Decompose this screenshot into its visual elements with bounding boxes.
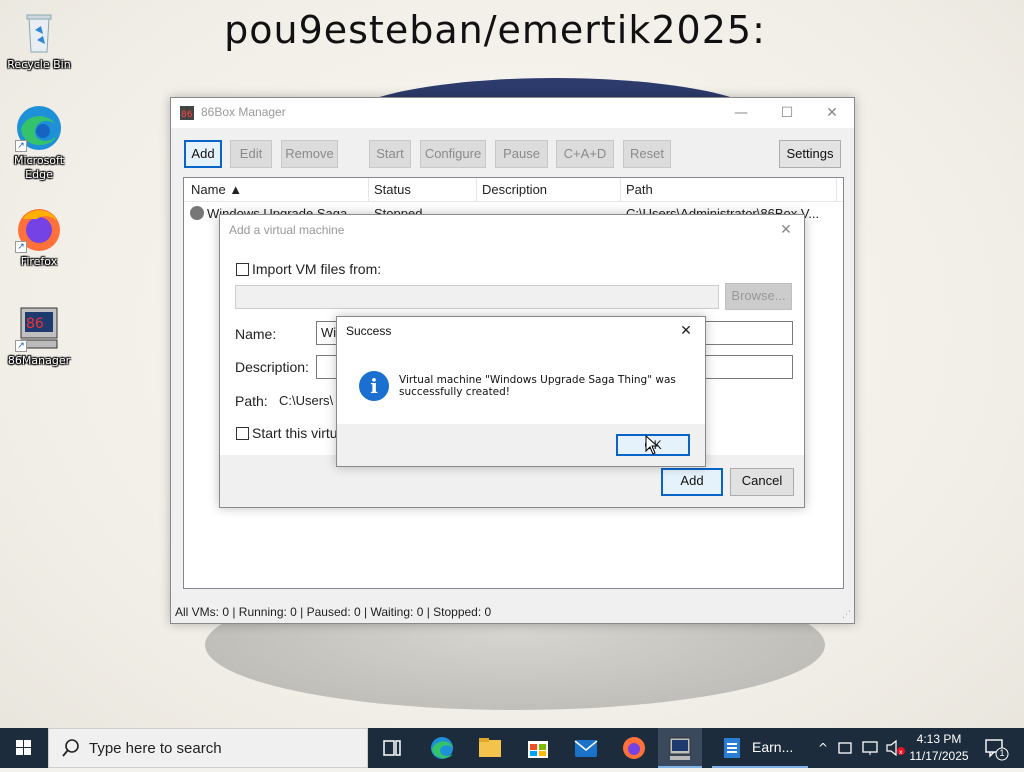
close-button[interactable]: ✕ (766, 215, 806, 245)
desktop-icon-label: Microsoft Edge (13, 154, 65, 181)
word-taskbar-button[interactable]: Earn... (712, 728, 808, 768)
start-vm-checkbox[interactable] (236, 427, 249, 440)
column-divider (476, 178, 477, 202)
browse-button[interactable]: Browse... (725, 283, 792, 310)
desktop-icon-label: Firefox (20, 255, 58, 268)
edge-icon: ↗ (15, 104, 63, 152)
cancel-button[interactable]: Cancel (730, 468, 794, 496)
title-bar[interactable]: 86 86Box Manager — ☐ ✕ (171, 98, 854, 128)
svg-text:86: 86 (181, 110, 193, 120)
column-header-description[interactable]: Description (482, 182, 547, 197)
desktop-icon-label: 86Manager (7, 354, 71, 367)
store-icon[interactable] (516, 728, 560, 768)
import-checkbox[interactable] (236, 263, 249, 276)
column-header-name[interactable]: Name ▲ (191, 182, 242, 197)
configure-button[interactable]: Configure (420, 140, 486, 168)
minimize-button[interactable]: — (718, 98, 764, 128)
status-bar: All VMs: 0 | Running: 0 | Paused: 0 | Wa… (171, 601, 854, 623)
reset-button[interactable]: Reset (623, 140, 671, 168)
desktop-icon-firefox[interactable]: ↗ Firefox (1, 205, 77, 269)
desktop: pou9esteban/emertik2025: Recycle Bin ↗ M… (0, 0, 1024, 728)
start-button[interactable]: Start (369, 140, 411, 168)
search-icon (61, 738, 81, 762)
name-label: Name: (235, 326, 277, 342)
notification-count: 1 (999, 748, 1005, 758)
import-label: Import VM files from: (252, 261, 382, 277)
network-icon[interactable] (860, 728, 882, 768)
file-explorer-icon[interactable] (468, 728, 512, 768)
firefox-taskbar-icon[interactable] (612, 728, 656, 768)
close-button[interactable]: ✕ (667, 317, 705, 345)
document-icon (724, 738, 740, 758)
clock-time[interactable]: 4:13 PM (908, 732, 970, 746)
windows-logo-icon (16, 740, 31, 755)
search-placeholder: Type here to search (89, 740, 222, 757)
add-button[interactable]: Add (184, 140, 222, 168)
dialog-title: Add a virtual machine (229, 223, 345, 237)
edge-taskbar-icon[interactable] (420, 728, 464, 768)
search-box[interactable]: Type here to search (48, 728, 368, 768)
edit-button[interactable]: Edit (230, 140, 272, 168)
window-title: 86Box Manager (201, 105, 286, 119)
column-header-status[interactable]: Status (374, 182, 411, 197)
column-divider (368, 178, 369, 202)
outlook-icon[interactable] (564, 728, 608, 768)
desktop-icon-edge[interactable]: ↗ Microsoft Edge (1, 104, 77, 182)
firefox-icon: ↗ (15, 205, 63, 253)
shortcut-arrow-icon: ↗ (15, 340, 27, 352)
desktop-icon-recycle-bin[interactable]: Recycle Bin (1, 8, 77, 72)
import-path-field[interactable] (235, 285, 719, 309)
start-vm-label: Start this virtua (252, 425, 346, 441)
description-label: Description: (235, 359, 309, 375)
notification-center-button[interactable]: 1 (976, 728, 1016, 768)
title-bar[interactable]: Add a virtual machine ✕ (220, 215, 804, 245)
desktop-icon-label: Recycle Bin (7, 58, 71, 71)
86box-icon: 86 ↗ (15, 304, 63, 352)
path-label: Path: (235, 393, 268, 409)
svg-text:x: x (899, 749, 903, 756)
meet-now-icon[interactable] (836, 728, 856, 768)
column-divider (620, 178, 621, 202)
stopped-status-icon (190, 206, 204, 220)
desktop-icon-86manager[interactable]: 86 ↗ 86Manager (1, 304, 77, 368)
shortcut-arrow-icon: ↗ (15, 241, 27, 253)
dialog-title: Success (346, 324, 392, 338)
taskbar-app-label: Earn... (752, 739, 794, 755)
ctrl-alt-del-button[interactable]: C+A+D (556, 140, 614, 168)
recycle-bin-icon (15, 8, 63, 56)
path-value: C:\Users\ (279, 393, 334, 408)
task-view-icon[interactable] (372, 728, 412, 768)
notification-icon (985, 739, 1009, 761)
add-confirm-button[interactable]: Add (661, 468, 723, 496)
86box-taskbar-icon[interactable] (658, 728, 702, 768)
remove-button[interactable]: Remove (281, 140, 338, 168)
list-header: Name ▲ Status Description Path (184, 178, 843, 202)
maximize-button[interactable]: ☐ (764, 98, 810, 128)
status-text: All VMs: 0 | Running: 0 | Paused: 0 | Wa… (175, 605, 492, 619)
title-bar[interactable]: Success ✕ (337, 317, 705, 345)
chevron-up-icon[interactable]: ^ (814, 728, 832, 768)
start-button[interactable] (0, 728, 48, 768)
clock-date[interactable]: 11/17/2025 (906, 749, 972, 763)
close-button[interactable]: ✕ (809, 98, 855, 128)
taskbar: Type here to search Earn... ^ x 4:13 PM … (0, 728, 1024, 768)
svg-text:86: 86 (26, 316, 44, 332)
volume-muted-icon[interactable]: x (884, 728, 908, 768)
success-dialog[interactable]: Success ✕ i Virtual machine "Windows Upg… (336, 316, 706, 467)
wallpaper-caption: pou9esteban/emertik2025: (224, 8, 766, 52)
info-icon: i (359, 371, 389, 401)
column-divider (836, 178, 837, 202)
mouse-cursor-icon (645, 434, 659, 455)
shortcut-arrow-icon: ↗ (15, 140, 27, 152)
success-message: Virtual machine "Windows Upgrade Saga Th… (399, 374, 676, 398)
resize-grip-icon[interactable]: ⋰ (842, 610, 851, 620)
column-header-path[interactable]: Path (626, 182, 653, 197)
86box-icon: 86 (179, 105, 195, 121)
pause-button[interactable]: Pause (495, 140, 548, 168)
settings-button[interactable]: Settings (779, 140, 841, 168)
